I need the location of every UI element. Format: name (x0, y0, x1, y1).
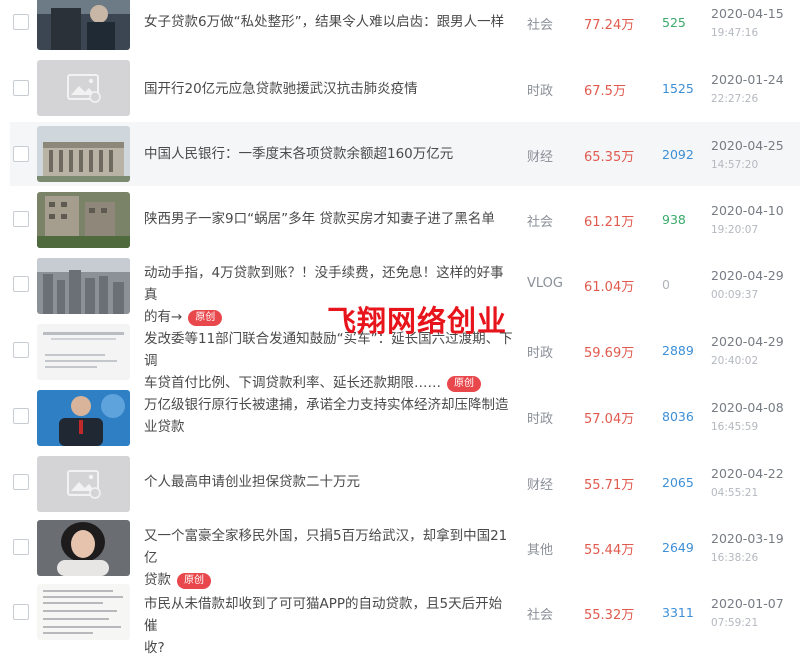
article-views: 59.69万 (584, 346, 635, 361)
article-date: 2020-04-15 (711, 6, 784, 21)
article-date: 2020-04-22 (711, 466, 784, 481)
watermark: 飞翔网络创业 (327, 304, 508, 338)
article-category: 时政 (527, 84, 554, 99)
row-checkbox[interactable] (13, 211, 29, 227)
article-date: 2020-03-19 (711, 531, 784, 546)
article-category: 社会 (527, 18, 554, 33)
placeholder-image-icon[interactable] (37, 456, 130, 512)
article-time: 20:40:02 (711, 355, 759, 367)
article-time: 07:59:21 (711, 617, 759, 629)
article-title[interactable]: 个人最高申请创业担保贷款二十万元 (144, 471, 514, 493)
row-checkbox[interactable] (13, 604, 29, 620)
article-count: 938 (662, 212, 686, 227)
article-title[interactable]: 市民从未借款却收到了可可猫APP的自动贷款，且5天后开始催 收? (144, 593, 514, 659)
row-checkbox[interactable] (13, 276, 29, 292)
row-checkbox[interactable] (13, 539, 29, 555)
article-category: 财经 (527, 150, 554, 165)
article-count: 0 (662, 277, 670, 292)
article-time: 22:27:26 (711, 93, 759, 105)
row-checkbox[interactable] (13, 474, 29, 490)
article-thumbnail[interactable] (37, 258, 130, 314)
table-row[interactable]: 女子贷款6万做“私处整形”，结果令人难以启齿：跟男人一样 社会 77.24万 5… (0, 0, 800, 54)
article-category: 社会 (527, 608, 554, 623)
article-date: 2020-01-24 (711, 72, 784, 87)
row-checkbox[interactable] (13, 14, 29, 30)
article-category: 时政 (527, 412, 554, 427)
article-count: 2092 (662, 147, 694, 162)
article-category: 社会 (527, 215, 554, 230)
article-category: 其他 (527, 543, 554, 558)
article-date: 2020-04-08 (711, 400, 784, 415)
article-date: 2020-01-07 (711, 596, 784, 611)
article-views: 57.04万 (584, 412, 635, 427)
row-checkbox[interactable] (13, 146, 29, 162)
article-thumbnail[interactable] (37, 0, 130, 50)
article-title-line: 市民从未借款却收到了可可猫APP的自动贷款，且5天后开始催 (144, 596, 503, 634)
table-row[interactable]: 国开行20亿元应急贷款驰援武汉抗击肺炎疫情 时政 67.5万 1525 2020… (0, 56, 800, 120)
article-title-line: 万亿级银行原行长被逮捕，承诺全力支持实体经济却压降制造 (144, 397, 509, 413)
article-title[interactable]: 国开行20亿元应急贷款驰援武汉抗击肺炎疫情 (144, 78, 514, 100)
article-category: VLOG (527, 276, 563, 291)
article-title[interactable]: 中国人民银行：一季度末各项贷款余额超160万亿元 (144, 143, 514, 165)
article-time: 14:57:20 (711, 159, 759, 171)
article-count: 1525 (662, 81, 694, 96)
article-title-line: 又一个富豪全家移民外国，只捐5百万给武汉，却拿到中国21亿 (144, 528, 508, 566)
article-views: 65.35万 (584, 150, 635, 165)
article-date: 2020-04-10 (711, 203, 784, 218)
article-thumbnail[interactable] (37, 520, 130, 576)
table-row[interactable]: 万亿级银行原行长被逮捕，承诺全力支持实体经济却压降制造 业贷款 时政 57.04… (0, 386, 800, 450)
article-time: 19:20:07 (711, 224, 759, 236)
article-thumbnail[interactable] (37, 584, 130, 640)
article-category: 财经 (527, 478, 554, 493)
article-count: 3311 (662, 605, 694, 620)
article-count: 2889 (662, 343, 694, 358)
article-time: 16:38:26 (711, 552, 759, 564)
article-time: 16:45:59 (711, 421, 759, 433)
article-count: 8036 (662, 409, 694, 424)
article-category: 时政 (527, 346, 554, 361)
article-views: 55.32万 (584, 608, 635, 623)
table-row[interactable]: 中国人民银行：一季度末各项贷款余额超160万亿元 财经 65.35万 2092 … (10, 122, 800, 186)
article-time: 00:09:37 (711, 289, 759, 301)
article-count: 525 (662, 15, 686, 30)
article-thumbnail[interactable] (37, 324, 130, 380)
row-checkbox[interactable] (13, 80, 29, 96)
article-title[interactable]: 陕西男子一家9口“蜗居”多年 贷款买房才知妻子进了黑名单 (144, 208, 514, 230)
article-thumbnail[interactable] (37, 126, 130, 182)
row-checkbox[interactable] (13, 342, 29, 358)
table-row[interactable]: 市民从未借款却收到了可可猫APP的自动贷款，且5天后开始催 收? 社会 55.3… (0, 582, 800, 656)
article-title-line: 业贷款 (144, 419, 185, 435)
article-thumbnail[interactable] (37, 192, 130, 248)
article-count: 2649 (662, 540, 694, 555)
article-views: 77.24万 (584, 18, 635, 33)
article-date: 2020-04-29 (711, 334, 784, 349)
article-title[interactable]: 万亿级银行原行长被逮捕，承诺全力支持实体经济却压降制造 业贷款 (144, 394, 514, 438)
article-date: 2020-04-25 (711, 138, 784, 153)
article-thumbnail[interactable] (37, 390, 130, 446)
table-row[interactable]: 个人最高申请创业担保贷款二十万元 财经 55.71万 2065 2020-04-… (0, 452, 800, 516)
article-date: 2020-04-29 (711, 268, 784, 283)
article-time: 04:55:21 (711, 487, 759, 499)
table-row[interactable]: 又一个富豪全家移民外国，只捐5百万给武汉，却拿到中国21亿 贷款 原创 其他 55… (0, 518, 800, 589)
article-views: 67.5万 (584, 84, 626, 99)
article-time: 19:47:16 (711, 27, 759, 39)
article-views: 55.44万 (584, 543, 635, 558)
article-count: 2065 (662, 475, 694, 490)
article-views: 61.04万 (584, 280, 635, 295)
placeholder-image-icon[interactable] (37, 60, 130, 116)
article-title[interactable]: 女子贷款6万做“私处整形”，结果令人难以启齿：跟男人一样 (144, 11, 514, 33)
article-views: 61.21万 (584, 215, 635, 230)
table-row[interactable]: 陕西男子一家9口“蜗居”多年 贷款买房才知妻子进了黑名单 社会 61.21万 9… (0, 188, 800, 252)
row-checkbox[interactable] (13, 408, 29, 424)
article-views: 55.71万 (584, 478, 635, 493)
